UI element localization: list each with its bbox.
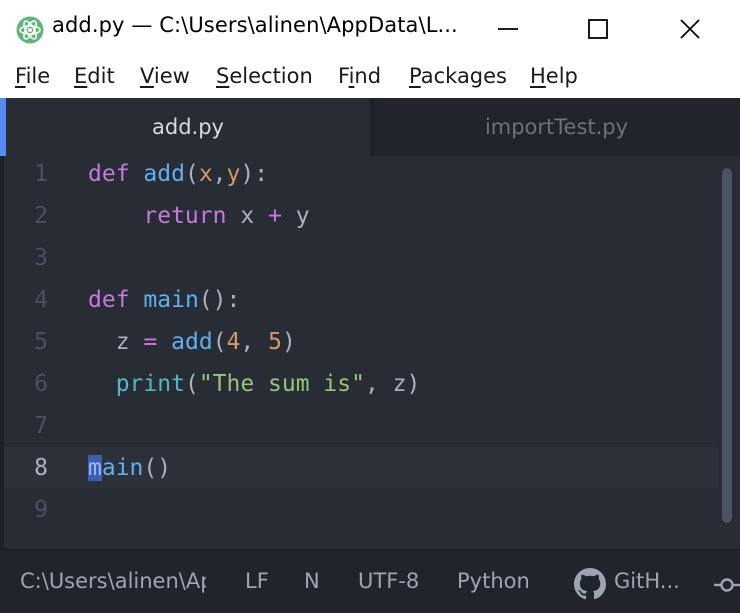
close-button[interactable] [646, 0, 734, 58]
line-number[interactable]: 9 [4, 489, 48, 531]
tab-importtest-py[interactable]: importTest.py [372, 98, 740, 156]
code-line-8[interactable]: main() [88, 447, 171, 489]
vertical-scrollbar[interactable] [722, 168, 732, 523]
git-commit-icon[interactable] [714, 572, 740, 598]
menu-bar: File Edit View Selection Find Packages H… [0, 58, 740, 98]
code-line-1[interactable]: def add(x,y): [88, 153, 268, 195]
code-line-6[interactable]: print("The sum is", z) [88, 363, 421, 405]
status-grammar[interactable]: Python [457, 569, 530, 593]
tab-label: importTest.py [484, 115, 629, 139]
line-number[interactable]: 5 [4, 321, 48, 363]
menu-find[interactable]: Find [338, 64, 381, 88]
github-icon[interactable] [574, 568, 606, 600]
line-number[interactable]: 7 [4, 405, 48, 447]
maximize-button[interactable] [554, 0, 642, 58]
code-line-2[interactable]: return x + y [88, 195, 309, 237]
menu-selection[interactable]: Selection [216, 64, 313, 88]
status-indicator[interactable]: N [304, 569, 320, 593]
menu-packages[interactable]: Packages [409, 64, 507, 88]
minimize-button[interactable] [464, 0, 552, 58]
atom-window: add.py — C:\Users\alinen\AppData\L... Fi… [0, 0, 740, 613]
status-github-label[interactable]: GitH... [614, 569, 680, 593]
tab-add-py[interactable]: add.py [6, 98, 370, 156]
maximize-icon [588, 19, 608, 39]
minimize-icon [498, 28, 518, 30]
menu-file[interactable]: File [15, 64, 50, 88]
menu-view[interactable]: View [140, 64, 190, 88]
line-number[interactable]: 1 [4, 153, 48, 195]
title-bar[interactable]: add.py — C:\Users\alinen\AppData\L... [0, 0, 740, 58]
status-bar: C:\Users\alinen\AppData\Local LF N UTF-8… [0, 549, 740, 613]
menu-edit[interactable]: Edit [74, 64, 115, 88]
menu-help[interactable]: Help [530, 64, 578, 88]
status-file-path[interactable]: C:\Users\alinen\AppData\Local [20, 569, 206, 593]
atom-icon [16, 16, 44, 44]
line-number[interactable]: 6 [4, 363, 48, 405]
status-line-ending[interactable]: LF [245, 569, 269, 593]
line-number[interactable]: 2 [4, 195, 48, 237]
status-encoding[interactable]: UTF-8 [358, 569, 419, 593]
line-number[interactable]: 4 [4, 279, 48, 321]
text-selection: m [88, 455, 102, 481]
code-line-5[interactable]: z = add(4, 5) [88, 321, 296, 363]
window-title: add.py — C:\Users\alinen\AppData\L... [52, 13, 458, 37]
line-number-current[interactable]: 8 [4, 447, 48, 489]
tab-label: add.py [152, 115, 224, 139]
code-line-4[interactable]: def main(): [88, 279, 240, 321]
close-icon [680, 19, 700, 39]
line-number[interactable]: 3 [4, 237, 48, 279]
